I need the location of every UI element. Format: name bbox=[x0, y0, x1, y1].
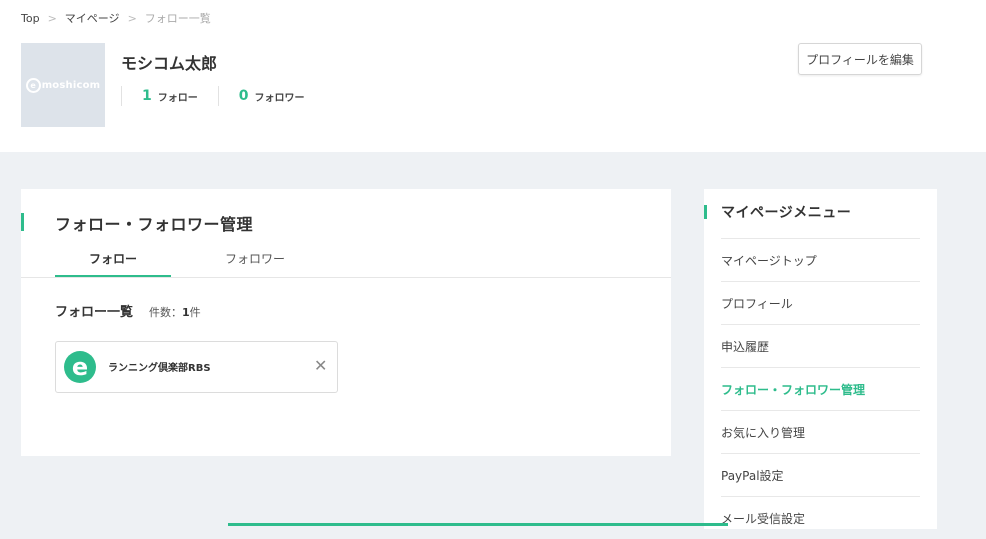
sidebar-item-favorites[interactable]: お気に入り管理 bbox=[721, 410, 920, 453]
follow-tabs: フォロー フォロワー bbox=[21, 241, 671, 278]
organizer-logo-icon: e bbox=[64, 351, 96, 383]
breadcrumb-current: フォロー一覧 bbox=[144, 12, 211, 25]
breadcrumb-mypage[interactable]: マイページ bbox=[65, 10, 120, 26]
list-count: 件数：1件 bbox=[149, 304, 201, 320]
list-heading: フォロー一覧 件数：1件 bbox=[55, 301, 201, 320]
breadcrumb: Top > マイページ > フォロー一覧 bbox=[21, 10, 211, 26]
tab-follower[interactable]: フォロワー bbox=[197, 241, 313, 276]
menu-title: マイページメニュー bbox=[721, 205, 852, 221]
count-unit: 件 bbox=[189, 306, 201, 319]
follow-stats: 1 フォロー 0 フォロワー bbox=[121, 86, 325, 106]
logo-e-icon: e bbox=[25, 77, 41, 93]
panel-title: フォロー・フォロワー管理 bbox=[55, 215, 254, 234]
title-accent-bar bbox=[704, 205, 707, 219]
tab-follow[interactable]: フォロー bbox=[55, 241, 171, 277]
edit-profile-button[interactable]: プロフィールを編集 bbox=[798, 43, 922, 75]
list-heading-title: フォロー一覧 bbox=[55, 305, 134, 320]
sidebar-item-paypal[interactable]: PayPal設定 bbox=[721, 453, 920, 496]
follow-label: フォロー bbox=[157, 92, 198, 104]
logo-text: moshicom bbox=[41, 79, 101, 91]
breadcrumb-top[interactable]: Top bbox=[21, 12, 40, 25]
sidebar-item-mypage-top[interactable]: マイページトップ bbox=[721, 238, 920, 281]
follow-stat[interactable]: 1 フォロー bbox=[121, 86, 218, 106]
organizer-name[interactable]: ランニング倶楽部RBS bbox=[108, 359, 211, 374]
list-item[interactable]: e ランニング倶楽部RBS ✕ bbox=[55, 341, 338, 393]
close-icon[interactable]: ✕ bbox=[314, 356, 327, 375]
sidebar-item-application-history[interactable]: 申込履歴 bbox=[721, 324, 920, 367]
mypage-menu: マイページメニュー マイページトップ プロフィール 申込履歴 フォロー・フォロワ… bbox=[704, 189, 937, 529]
title-accent-bar bbox=[21, 213, 24, 231]
count-value: 1 bbox=[182, 306, 190, 319]
follow-management-panel: フォロー・フォロワー管理 フォロー フォロワー フォロー一覧 件数：1件 e ラ… bbox=[21, 189, 671, 456]
count-label: 件数： bbox=[149, 306, 183, 319]
sidebar-item-profile[interactable]: プロフィール bbox=[721, 281, 920, 324]
sidebar-item-mail-settings[interactable]: メール受信設定 bbox=[721, 496, 920, 539]
follower-count: 0 bbox=[238, 88, 249, 104]
follow-count: 1 bbox=[142, 88, 152, 104]
moshicom-logo: e moshicom bbox=[25, 77, 101, 93]
user-name: モシコム太郎 bbox=[121, 54, 218, 73]
avatar: e moshicom bbox=[21, 43, 105, 127]
follower-stat[interactable]: 0 フォロワー bbox=[217, 86, 325, 106]
sidebar-item-follow-management[interactable]: フォロー・フォロワー管理 bbox=[721, 367, 920, 410]
breadcrumb-separator: > bbox=[127, 11, 137, 25]
breadcrumb-separator: > bbox=[47, 11, 57, 25]
menu-list: マイページトップ プロフィール 申込履歴 フォロー・フォロワー管理 お気に入り管… bbox=[721, 238, 920, 539]
follower-label: フォロワー bbox=[254, 92, 305, 104]
